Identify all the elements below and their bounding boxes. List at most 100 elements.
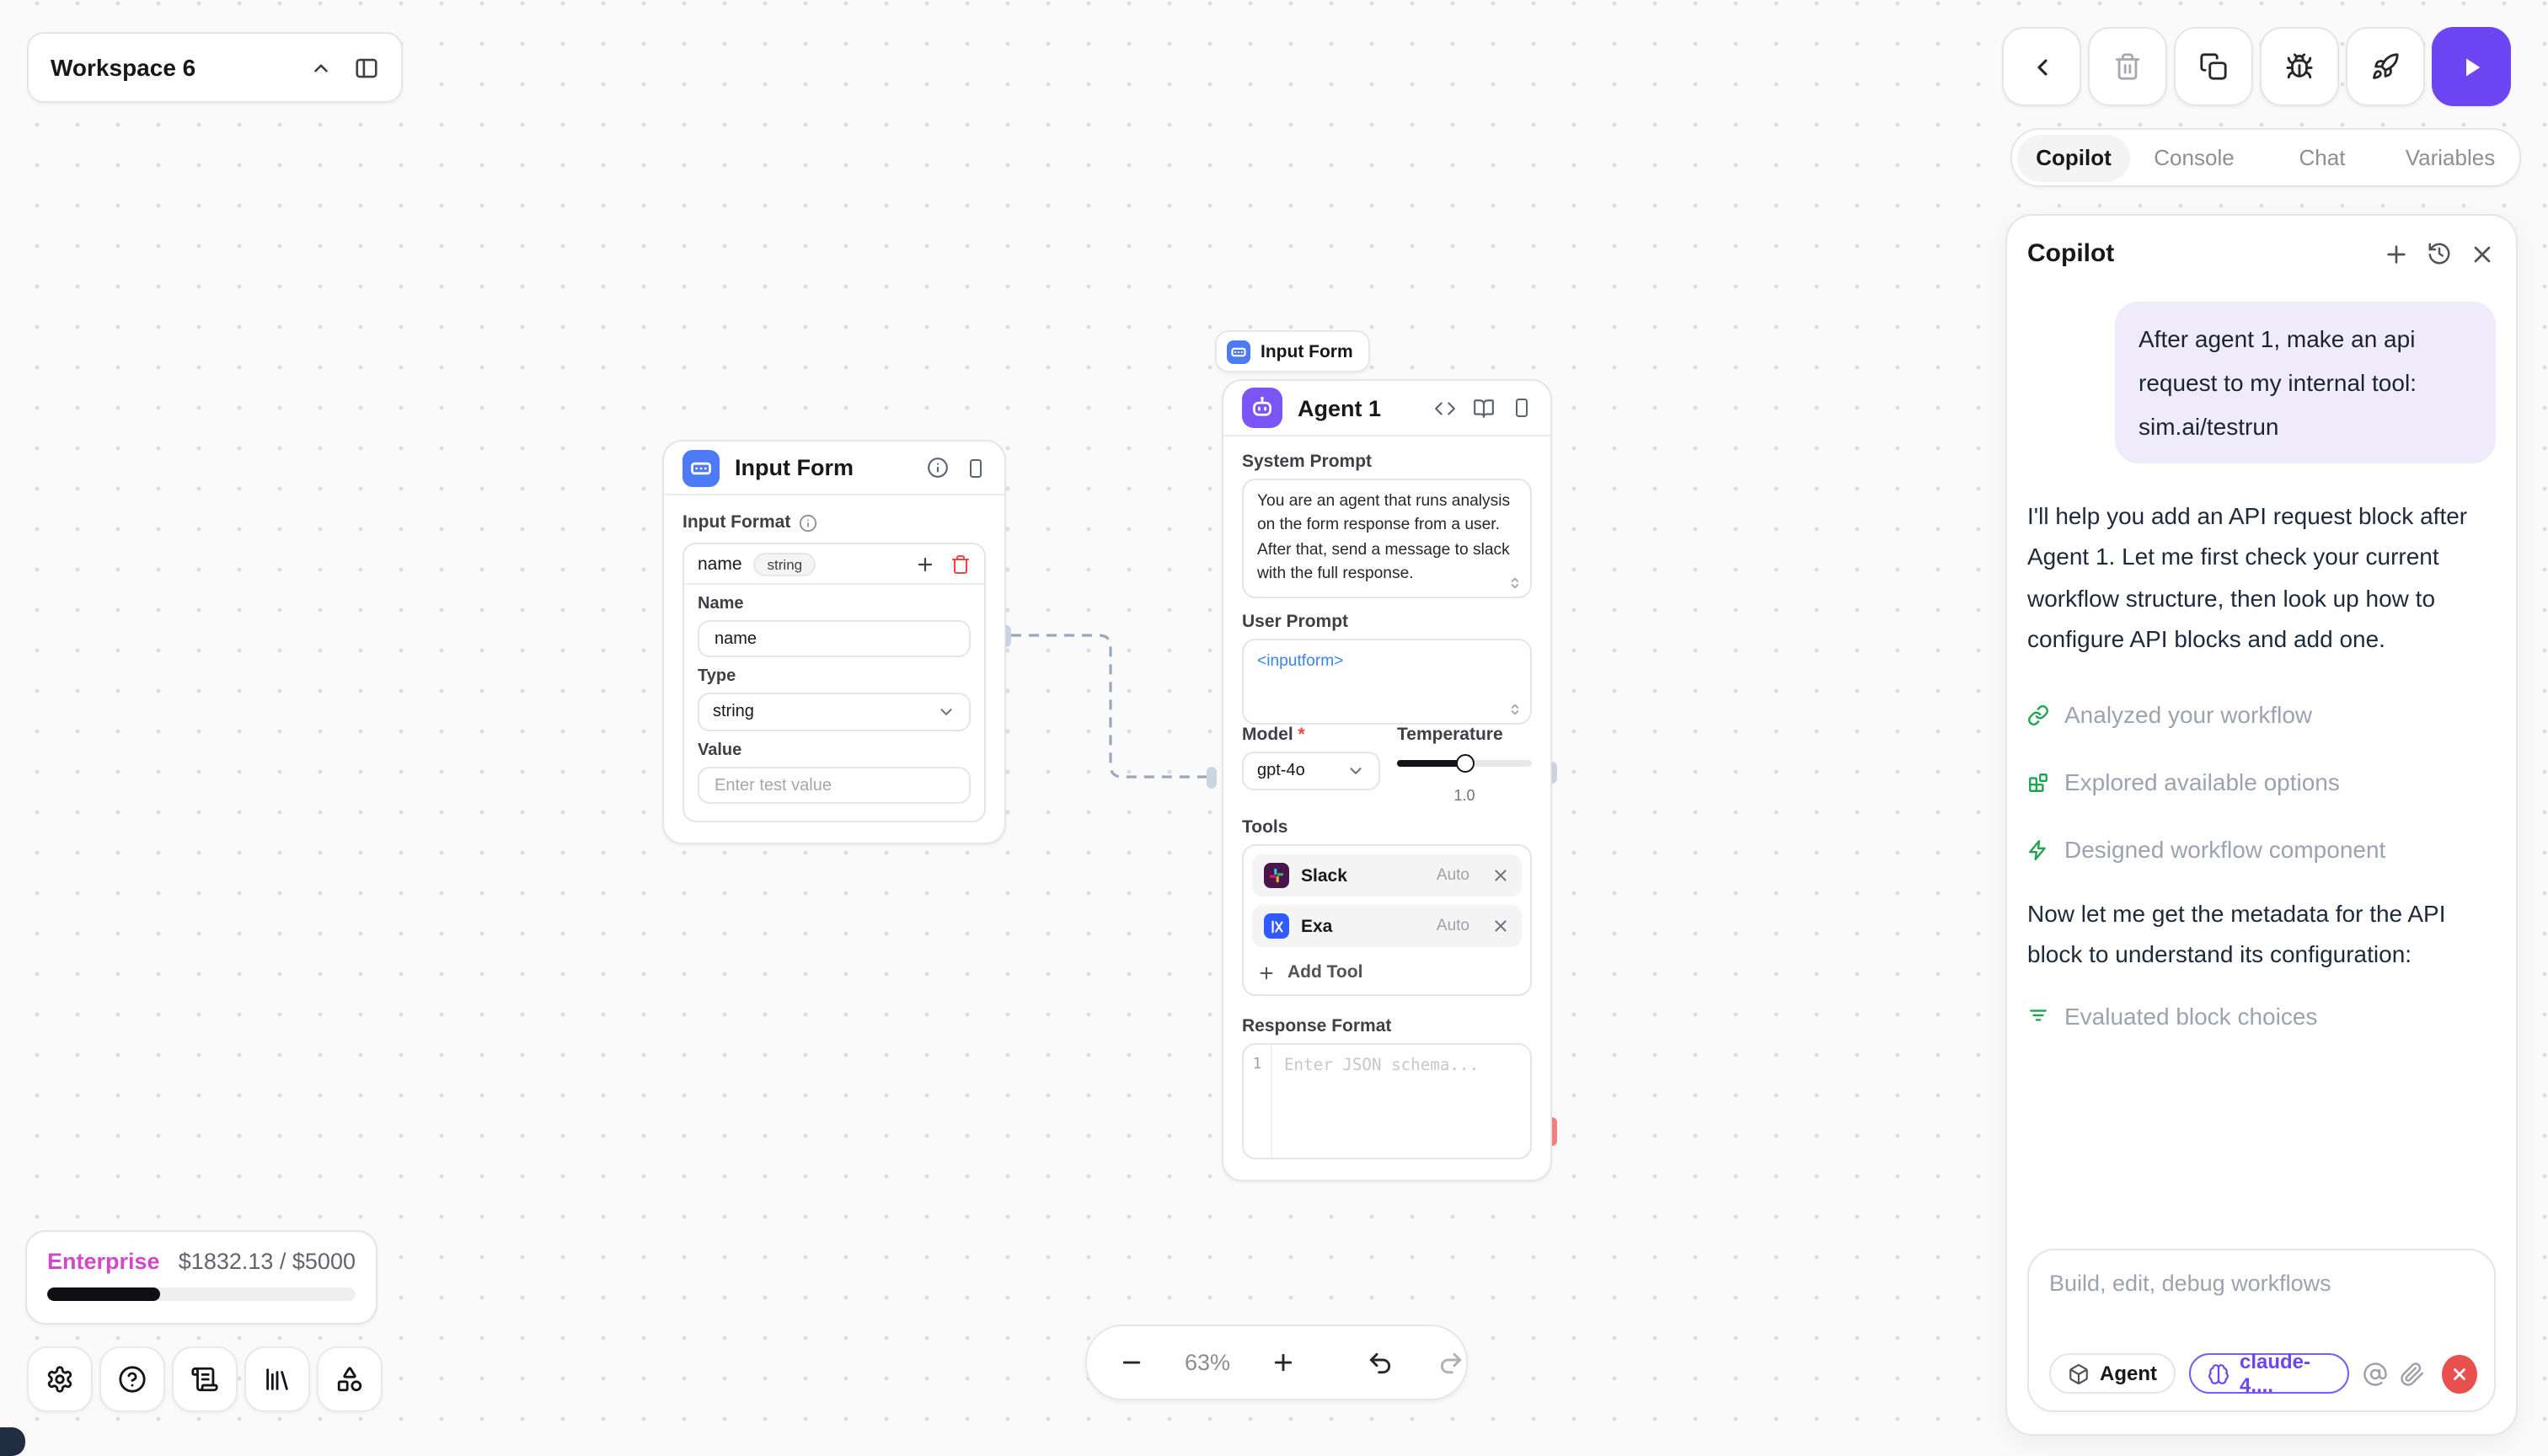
json-schema-placeholder[interactable]: Enter JSON schema... <box>1272 1045 1530 1158</box>
copilot-panel: Copilot After agent 1, make an api reque… <box>2005 214 2518 1436</box>
settings-button[interactable] <box>27 1346 92 1411</box>
debug-button[interactable] <box>2260 27 2339 106</box>
node-agent-1[interactable]: Agent 1 System Prompt You are an agent t… <box>1222 379 1552 1181</box>
response-format-editor[interactable]: 1 Enter JSON schema... <box>1242 1043 1532 1159</box>
zoom-in-button[interactable] <box>1271 1350 1296 1375</box>
temperature-slider[interactable]: 1.0 <box>1397 760 1532 767</box>
zoom-out-button[interactable] <box>1119 1350 1144 1375</box>
usage-card[interactable]: Enterprise $1832.13 / $5000 <box>25 1230 377 1325</box>
name-input-field[interactable] <box>715 629 954 648</box>
copilot-header: Copilot <box>2027 239 2496 268</box>
slider-knob[interactable] <box>1456 754 1475 773</box>
exa-icon <box>1264 913 1289 939</box>
link-icon <box>2027 704 2049 725</box>
smartphone-icon[interactable] <box>966 458 986 478</box>
code-icon[interactable] <box>1434 397 1456 419</box>
tool-mode[interactable]: Auto <box>1437 866 1469 885</box>
system-prompt-textarea[interactable]: You are an agent that runs analysis on t… <box>1242 479 1532 598</box>
chevron-down-icon <box>1346 762 1365 780</box>
value-label: Value <box>698 741 971 760</box>
bottom-left-corner-shape <box>0 1427 25 1456</box>
resize-icon[interactable] <box>1508 703 1522 716</box>
status-row[interactable]: Evaluated block choices <box>2027 996 2496 1036</box>
model-label: Model <box>1242 725 1293 745</box>
tools-container: Slack Auto Exa Auto Add Tool <box>1242 844 1532 996</box>
help-button[interactable] <box>99 1346 164 1411</box>
help-circle-icon <box>118 1365 147 1394</box>
delete-button[interactable] <box>2088 27 2167 106</box>
attachment-icon[interactable] <box>2400 1361 2425 1386</box>
copilot-input-card[interactable]: Build, edit, debug workflows Agent claud… <box>2027 1249 2496 1412</box>
status-row[interactable]: Analyzed your workflow <box>2027 694 2496 735</box>
copilot-title: Copilot <box>2027 239 2114 268</box>
chevron-left-icon <box>2028 53 2055 80</box>
bottom-dock <box>27 1346 382 1411</box>
tool-row-slack[interactable]: Slack Auto <box>1252 854 1522 897</box>
type-label: Type <box>698 667 971 686</box>
undo-button[interactable] <box>1367 1349 1394 1376</box>
value-input[interactable] <box>698 767 971 804</box>
node-title: Agent 1 <box>1298 395 1381 420</box>
run-button[interactable] <box>2432 27 2511 106</box>
mention-icon[interactable] <box>2363 1361 2388 1386</box>
canvas-controls: 63% <box>1085 1325 1468 1400</box>
redo-button[interactable] <box>1437 1349 1464 1376</box>
tab-console[interactable]: Console <box>2130 145 2258 170</box>
tab-copilot[interactable]: Copilot <box>2017 134 2130 181</box>
resize-icon[interactable] <box>1508 576 1522 590</box>
knowledge-button[interactable] <box>244 1346 309 1411</box>
back-button[interactable] <box>2002 27 2081 106</box>
book-open-icon[interactable] <box>1473 397 1495 419</box>
add-field-icon[interactable] <box>915 554 935 574</box>
filter-lines-icon <box>2027 1005 2049 1027</box>
delete-field-icon[interactable] <box>950 554 971 574</box>
mode-selector[interactable]: Agent <box>2049 1353 2176 1394</box>
status-label: Designed workflow component <box>2064 836 2385 863</box>
mode-label: Agent <box>2100 1362 2157 1385</box>
model-select[interactable]: gpt-4o <box>1242 752 1380 790</box>
node-input-form[interactable]: Input Form Input Format name string <box>662 440 1006 844</box>
add-tool-button[interactable]: Add Tool <box>1252 956 1522 986</box>
copilot-input-placeholder[interactable]: Build, edit, debug workflows <box>2049 1271 2474 1296</box>
tab-variables[interactable]: Variables <box>2386 145 2514 170</box>
workspace-name: Workspace 6 <box>51 54 195 81</box>
duplicate-button[interactable] <box>2174 27 2253 106</box>
response-format-label: Response Format <box>1242 1016 1532 1036</box>
workspace-selector[interactable]: Workspace 6 <box>27 32 403 103</box>
status-row[interactable]: Designed workflow component <box>2027 829 2496 870</box>
new-chat-icon[interactable] <box>2383 240 2410 267</box>
brain-icon <box>2208 1362 2230 1384</box>
blocks-library-button[interactable] <box>317 1346 382 1411</box>
status-label: Analyzed your workflow <box>2064 701 2312 728</box>
panel-left-icon[interactable] <box>354 55 379 80</box>
close-icon[interactable] <box>2469 240 2496 267</box>
required-mark: * <box>1298 725 1305 745</box>
package-icon <box>2068 1362 2090 1384</box>
status-row[interactable]: Explored available options <box>2027 762 2496 802</box>
usage-progress-fill <box>47 1287 160 1301</box>
remove-tool-icon[interactable] <box>1491 866 1510 885</box>
name-input[interactable] <box>698 620 971 657</box>
smartphone-icon[interactable] <box>1512 398 1532 418</box>
type-select[interactable]: string <box>698 693 971 731</box>
status-label: Explored available options <box>2064 768 2340 795</box>
chevron-up-icon[interactable] <box>310 56 332 78</box>
rocket-icon <box>2371 52 2400 81</box>
user-prompt-textarea[interactable]: <inputform> <box>1242 639 1532 725</box>
deploy-button[interactable] <box>2346 27 2425 106</box>
remove-tool-icon[interactable] <box>1491 917 1510 935</box>
tool-row-exa[interactable]: Exa Auto <box>1252 905 1522 947</box>
stop-button[interactable] <box>2442 1354 2477 1393</box>
type-value: string <box>713 703 754 721</box>
tool-mode[interactable]: Auto <box>1437 917 1469 935</box>
app-stage: Workspace 6 C <box>0 0 2548 1444</box>
node-input-form-chip[interactable]: Input Form <box>1215 330 1370 372</box>
info-icon[interactable] <box>799 513 817 532</box>
history-icon[interactable] <box>2427 241 2452 266</box>
info-icon[interactable] <box>927 457 949 479</box>
input-format-label: Input Format <box>682 512 790 533</box>
model-selector[interactable]: claude-4.... <box>2189 1353 2349 1394</box>
value-input-field[interactable] <box>715 776 954 795</box>
tab-chat[interactable]: Chat <box>2258 145 2386 170</box>
logs-button[interactable] <box>172 1346 237 1411</box>
